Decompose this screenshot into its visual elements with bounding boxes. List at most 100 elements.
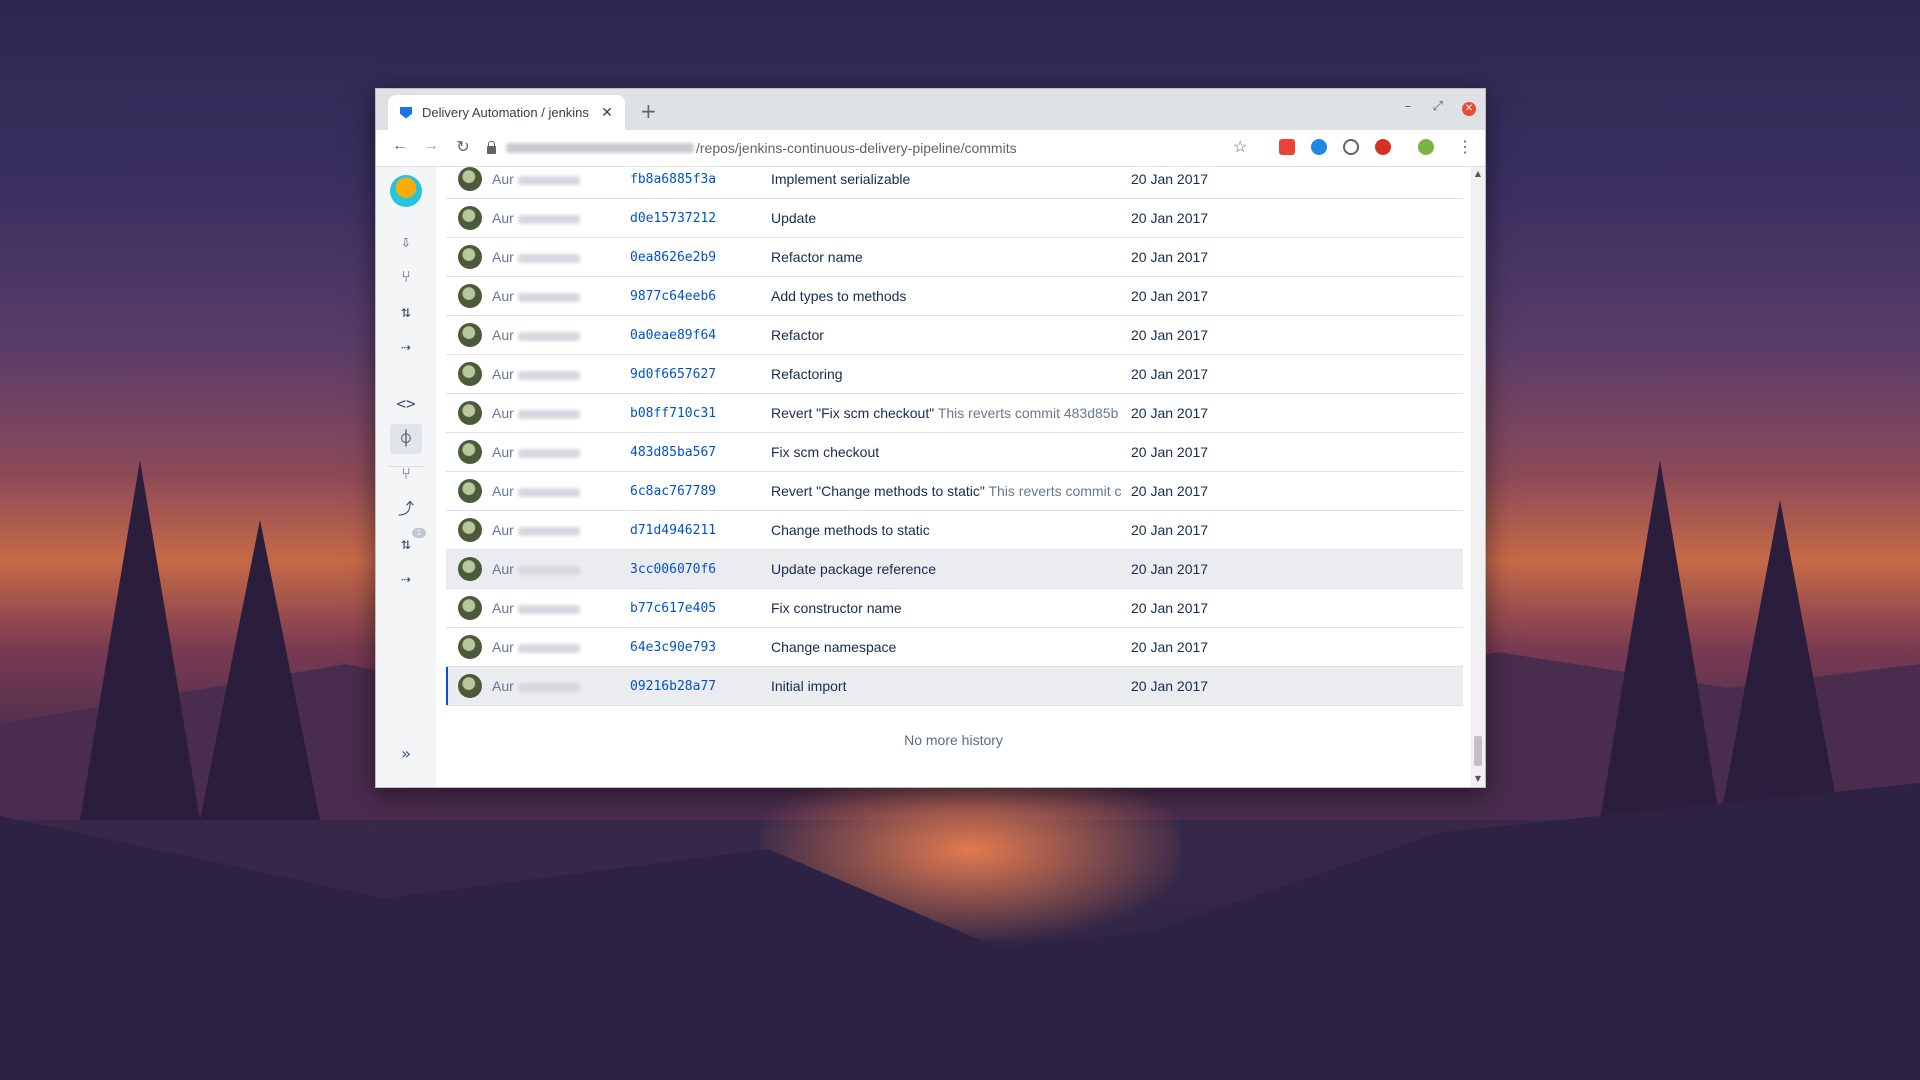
commit-hash-link[interactable]: fb8a6885f3a	[630, 172, 771, 187]
commit-row[interactable]: Aur 64e3c90e793 Change namespace 20 Jan 201…	[446, 628, 1463, 667]
browser-toolbar: ← → ↻ /repos/jenkins-continuous-delivery…	[376, 130, 1485, 167]
commit-author: Aur	[492, 444, 630, 460]
commit-message[interactable]: Fix constructor name	[771, 600, 1131, 616]
window-close-button[interactable]: ✕	[1462, 102, 1476, 116]
commit-row[interactable]: Aur d0e15737212 Update 20 Jan 2017	[446, 199, 1463, 238]
commit-row[interactable]: Aur 6c8ac767789 Revert "Change methods to …	[446, 472, 1463, 511]
commit-row[interactable]: Aur b77c617e405 Fix constructor name 20 Jan…	[446, 589, 1463, 628]
new-tab-button[interactable]: +	[640, 99, 657, 123]
profile-avatar-icon[interactable]	[1418, 139, 1434, 155]
commit-hash-link[interactable]: d0e15737212	[630, 211, 771, 226]
commit-message[interactable]: Refactor	[771, 327, 1131, 343]
commit-message[interactable]: Initial import	[771, 678, 1131, 694]
pull-requests-icon[interactable]: ⇅	[390, 297, 422, 327]
commit-hash-link[interactable]: 6c8ac767789	[630, 484, 771, 499]
browser-menu-icon[interactable]: ⋮	[1457, 137, 1473, 157]
commit-hash-link[interactable]: b08ff710c31	[630, 406, 771, 421]
commit-hash-link[interactable]: 64e3c90e793	[630, 640, 771, 655]
commit-message[interactable]: Add types to methods	[771, 288, 1131, 304]
commit-summary: Implement serializable	[771, 171, 911, 187]
wallpaper-tree	[1600, 460, 1720, 820]
commit-hash-link[interactable]: 9d0f6657627	[630, 367, 771, 382]
extension-icon[interactable]	[1343, 139, 1359, 155]
commit-hash-link[interactable]: d71d4946211	[630, 523, 771, 538]
commit-row[interactable]: Aur 0a0eae89f64 Refactor 20 Jan 2017	[446, 316, 1463, 355]
commit-author: Aur	[492, 483, 630, 499]
commit-summary: Revert "Change methods to static"	[771, 483, 985, 499]
pull-requests-count-badge: 1	[412, 528, 426, 538]
branches-icon[interactable]: ⑂	[390, 459, 422, 489]
author-name-redacted	[517, 214, 580, 224]
commit-message[interactable]: Refactoring	[771, 366, 1131, 382]
tab-close-icon[interactable]: ✕	[597, 104, 617, 121]
minimize-button[interactable]: –	[1405, 99, 1412, 114]
commit-hash-link[interactable]: 0a0eae89f64	[630, 328, 771, 343]
forks-icon[interactable]: ⇢	[390, 564, 422, 594]
repository-logo[interactable]	[390, 175, 422, 207]
commit-row[interactable]: Aur b08ff710c31 Revert "Fix scm checkout" …	[446, 394, 1463, 433]
commit-hash-link[interactable]: 09216b28a77	[630, 679, 771, 694]
scroll-down-arrow[interactable]: ▼	[1471, 774, 1485, 783]
author-avatar	[458, 440, 482, 464]
commit-row[interactable]: Aur 483d85ba567 Fix scm checkout 20 Jan 201…	[446, 433, 1463, 472]
commit-hash-link[interactable]: 9877c64eeb6	[630, 289, 771, 304]
commit-hash-link[interactable]: 0ea8626e2b9	[630, 250, 771, 265]
url-host-redacted	[506, 143, 694, 153]
commit-date: 20 Jan 2017	[1131, 171, 1209, 187]
commit-row[interactable]: Aur d71d4946211 Change methods to static 20…	[446, 511, 1463, 550]
commit-author: Aur	[492, 366, 630, 382]
commit-author: Aur	[492, 288, 630, 304]
expand-sidebar-icon[interactable]: »	[390, 739, 422, 769]
author-name-redacted	[517, 487, 580, 497]
commit-row[interactable]: Aur 0ea8626e2b9 Refactor name 20 Jan 2017	[446, 238, 1463, 277]
extension-icon[interactable]	[1375, 139, 1391, 155]
wallpaper-tree	[80, 460, 200, 820]
commit-row[interactable]: Aur 09216b28a77 Initial import 20 Jan 2017	[446, 667, 1463, 706]
commit-row[interactable]: Aur fb8a6885f3a Implement serializable 20 J…	[446, 167, 1463, 199]
forward-button[interactable]: →	[421, 137, 441, 155]
project-sidebar: ⇩ ⑂ ⇅ ⇢ <> ⌽ ⑂ ⤴ ⇅ 1 ⇢ »	[376, 167, 436, 787]
commit-message[interactable]: Revert "Change methods to static" This r…	[771, 483, 1131, 499]
commit-row[interactable]: Aur 9d0f6657627 Refactoring 20 Jan 2017	[446, 355, 1463, 394]
extension-icon[interactable]	[1311, 139, 1327, 155]
commit-author: Aur	[492, 327, 630, 343]
page-scrollbar[interactable]: ▲ ▼	[1471, 167, 1485, 787]
commit-message[interactable]: Revert "Fix scm checkout" This reverts c…	[771, 405, 1131, 421]
commit-message[interactable]: Change methods to static	[771, 522, 1131, 538]
restore-button[interactable]: ⤢	[1433, 99, 1443, 114]
no-more-history: No more history	[904, 732, 1003, 748]
bitbucket-favicon-icon	[400, 106, 412, 119]
author-name-redacted	[517, 448, 580, 458]
scroll-thumb[interactable]	[1474, 736, 1482, 766]
commit-message[interactable]: Update	[771, 210, 1131, 226]
commit-row[interactable]: Aur 9877c64eeb6 Add types to methods 20 Jan…	[446, 277, 1463, 316]
author-avatar	[458, 323, 482, 347]
commit-hash-link[interactable]: b77c617e405	[630, 601, 771, 616]
wallpaper-tree	[1720, 500, 1840, 820]
commit-message[interactable]: Implement serializable	[771, 171, 1131, 187]
commit-hash-link[interactable]: 483d85ba567	[630, 445, 771, 460]
commit-message[interactable]: Update package reference	[771, 561, 1131, 577]
forks-icon[interactable]: ⇢	[390, 332, 422, 362]
pipelines-icon[interactable]: ⤴	[390, 494, 422, 524]
source-icon[interactable]: <>	[390, 389, 422, 419]
extension-icon[interactable]	[1279, 139, 1295, 155]
author-name-redacted	[517, 526, 580, 536]
commit-hash-link[interactable]: 3cc006070f6	[630, 562, 771, 577]
branches-icon[interactable]: ⑂	[390, 262, 422, 292]
commit-author: Aur	[492, 639, 630, 655]
commit-message[interactable]: Fix scm checkout	[771, 444, 1131, 460]
commit-message[interactable]: Change namespace	[771, 639, 1131, 655]
commit-summary: Update package reference	[771, 561, 936, 577]
repo-download-icon[interactable]: ⇩	[390, 227, 422, 257]
browser-tab[interactable]: Delivery Automation / jenkins ✕	[388, 95, 625, 130]
reload-button[interactable]: ↻	[453, 137, 473, 157]
commits-icon[interactable]: ⌽	[390, 424, 422, 454]
address-bar[interactable]: /repos/jenkins-continuous-delivery-pipel…	[487, 134, 1127, 162]
back-button[interactable]: ←	[390, 137, 410, 155]
url-path: /repos/jenkins-continuous-delivery-pipel…	[696, 140, 1017, 156]
scroll-up-arrow[interactable]: ▲	[1471, 169, 1485, 178]
commit-row[interactable]: Aur 3cc006070f6 Update package reference 20…	[446, 550, 1463, 589]
bookmark-star-icon[interactable]: ☆	[1233, 137, 1247, 157]
commit-message[interactable]: Refactor name	[771, 249, 1131, 265]
